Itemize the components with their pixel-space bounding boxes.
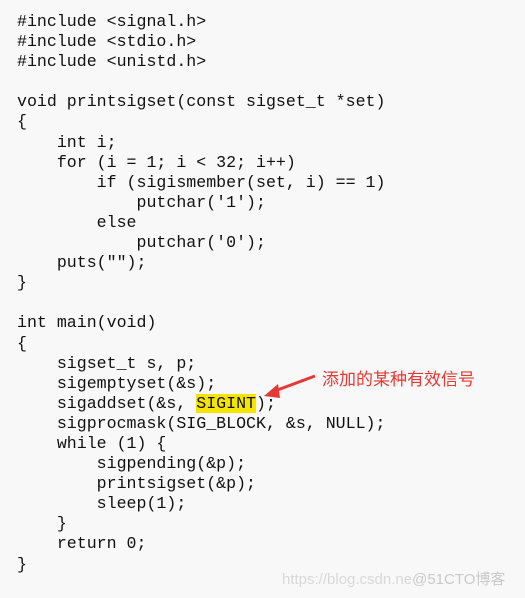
watermark-brand: @51CTO博客: [412, 571, 506, 588]
code-line: sigpending(&p);: [17, 454, 247, 474]
annotation-label: 添加的某种有效信号: [322, 370, 475, 390]
code-line: {: [17, 333, 27, 353]
code-line: for (i = 1; i < 32; i++): [17, 152, 296, 172]
code-line: }: [17, 514, 67, 534]
code-line: int i;: [17, 132, 117, 152]
code-line: return 0;: [17, 534, 147, 554]
code-line: putchar('0');: [17, 233, 266, 253]
code-line: puts("");: [17, 253, 147, 273]
code-line: }: [17, 273, 27, 293]
code-block: #include <signal.h> #include <stdio.h> #in…: [17, 12, 385, 575]
code-line: int main(void): [17, 313, 157, 333]
code-line: while (1) {: [17, 433, 167, 453]
watermark-url: https://blog.csdn.ne: [282, 571, 413, 588]
code-line: else: [17, 212, 137, 232]
code-line: {: [17, 112, 27, 132]
highlighted-token: SIGINT: [196, 393, 256, 413]
code-line: #include <stdio.h>: [17, 32, 197, 52]
code-line: printsigset(&p);: [17, 474, 256, 494]
code-line: sigprocmask(SIG_BLOCK, &s, NULL);: [17, 413, 386, 433]
code-line: sleep(1);: [17, 494, 187, 514]
code-line: putchar('1');: [17, 192, 266, 212]
code-line: #include <unistd.h>: [17, 52, 207, 72]
watermark: https://blog.csdn.ne@51CTO博客: [282, 568, 505, 589]
arrow-icon: [264, 374, 316, 398]
code-line: #include <signal.h>: [17, 12, 207, 31]
code-line: sigaddset(&s, SIGINT);: [17, 393, 276, 413]
code-line: if (sigismember(set, i) == 1): [17, 172, 386, 192]
code-line: void printsigset(const sigset_t *set): [17, 92, 386, 112]
